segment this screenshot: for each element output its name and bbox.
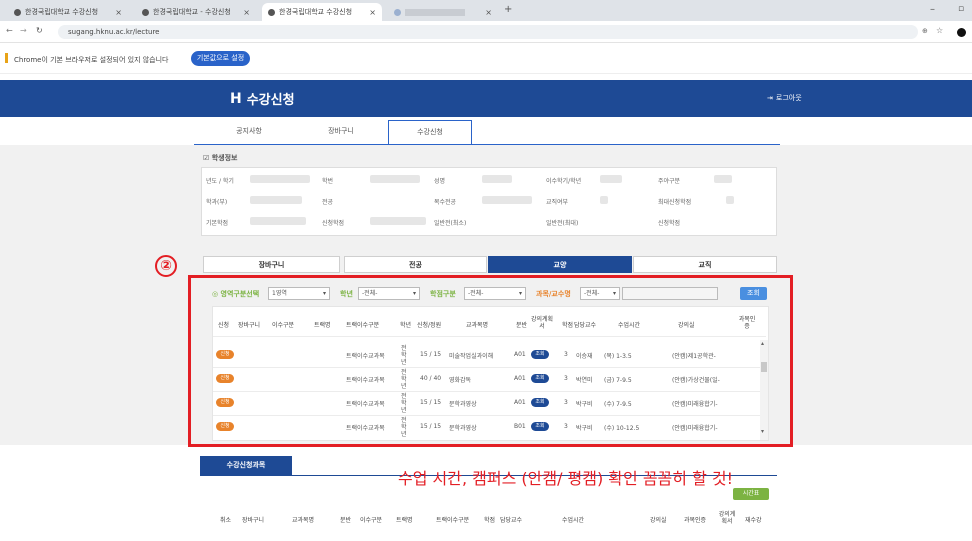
- browser-tab[interactable]: 한경국립대학교 수강신청 ×: [8, 3, 128, 21]
- info-value: [370, 217, 426, 225]
- column-header: 취소: [220, 517, 232, 524]
- browser-tab-active[interactable]: 한경국립대학교 수강신청 ×: [262, 3, 382, 21]
- infobar-text: Chrome이 기본 브라우저로 설정되어 있지 않습니다: [14, 56, 169, 64]
- column-header: 학점: [484, 517, 496, 524]
- timetable-button[interactable]: 시간표: [733, 488, 769, 500]
- site-header: H 수강신청 ⇥ 로그아웃: [0, 80, 972, 117]
- info-label: 복수전공: [434, 199, 457, 206]
- info-value: [482, 175, 512, 183]
- blurred-tab-label: [405, 8, 465, 16]
- logout-button[interactable]: ⇥ 로그아웃: [767, 93, 802, 103]
- info-value: [370, 175, 420, 183]
- info-value: [250, 175, 310, 183]
- info-label: 일반전(최소): [434, 220, 467, 227]
- column-header: 강의계획서: [718, 511, 736, 525]
- column-header: 트랙명: [396, 517, 413, 524]
- info-label: 신청학점: [658, 220, 681, 227]
- column-header: 강의실: [650, 517, 667, 524]
- maximize-icon[interactable]: ▫: [958, 4, 964, 14]
- site-logo[interactable]: H 수강신청: [230, 89, 295, 109]
- info-label: 신청학점: [322, 220, 345, 227]
- info-value: [726, 196, 734, 204]
- browser-tab[interactable]: ×: [388, 3, 498, 21]
- step-marker: ②: [155, 255, 177, 277]
- close-icon[interactable]: ×: [115, 8, 122, 17]
- column-header: 분반: [340, 517, 352, 524]
- translate-icon[interactable]: ⊕: [922, 27, 928, 35]
- info-value: [250, 196, 302, 204]
- tab-major[interactable]: 전공: [344, 256, 487, 273]
- close-icon[interactable]: ×: [485, 8, 492, 17]
- tab-liberal-arts[interactable]: 교양: [488, 256, 632, 273]
- favicon-icon: [268, 8, 275, 16]
- default-browser-infobar: Chrome이 기본 브라우저로 설정되어 있지 않습니다 기본값으로 설정: [0, 44, 972, 74]
- info-label: 학과(부): [206, 199, 228, 206]
- bookmark-star-icon[interactable]: ☆: [936, 26, 943, 35]
- info-label: 년도 / 학기: [206, 178, 234, 185]
- column-header: 담당교수: [500, 517, 523, 524]
- column-header: 수업시간: [562, 517, 585, 524]
- tab-teaching[interactable]: 교직: [633, 256, 777, 273]
- reload-icon[interactable]: ↻: [36, 26, 43, 35]
- favicon-icon: [394, 8, 401, 16]
- registered-courses-tab[interactable]: 수강신청과목: [200, 456, 292, 475]
- university-logo-icon: H: [230, 90, 242, 107]
- column-header: 교과목명: [292, 517, 315, 524]
- tab-cart-section[interactable]: 장바구니: [203, 256, 340, 273]
- info-label: 교직여부: [546, 199, 569, 206]
- highlight-box: [188, 275, 793, 447]
- info-label: 전공: [322, 199, 334, 206]
- info-label: 최대신청학점: [658, 199, 692, 206]
- annotation-note: 수업 시간, 캠퍼스 (안캠/ 평캠) 확인 꼼꼼히 할 것!: [398, 469, 734, 488]
- student-info-panel: 년도 / 학기 학번 성명 이수학기/학년 주야구분 학과(부) 전공 복수전공…: [201, 167, 777, 236]
- minimize-icon[interactable]: –: [930, 4, 935, 15]
- info-value: [714, 175, 732, 183]
- info-label: 기본학점: [206, 220, 229, 227]
- logout-icon: ⇥: [767, 94, 773, 102]
- tab-registration[interactable]: 수강신청: [388, 120, 472, 144]
- info-value: [482, 196, 532, 204]
- column-header: 트랙이수구분: [436, 517, 470, 524]
- info-value: [250, 217, 306, 225]
- address-bar: ← → ↻ sugang.hknu.ac.kr/lecture ⊕ ☆: [0, 21, 972, 43]
- info-label: 학번: [322, 178, 334, 185]
- forward-icon[interactable]: →: [20, 26, 27, 35]
- info-label: 성명: [434, 178, 446, 185]
- tab-notice[interactable]: 공지사항: [214, 120, 284, 144]
- warning-icon: [5, 53, 8, 63]
- tab-cart[interactable]: 장바구니: [306, 120, 376, 144]
- url-input[interactable]: sugang.hknu.ac.kr/lecture: [58, 25, 918, 39]
- student-info-title: ☑ 학생정보: [203, 154, 238, 162]
- close-icon[interactable]: ×: [243, 8, 250, 17]
- back-icon[interactable]: ←: [6, 26, 13, 35]
- browser-tab[interactable]: 한경국립대학교 - 수강신청 ×: [136, 3, 256, 21]
- info-label: 일반전(최대): [546, 220, 579, 227]
- profile-avatar[interactable]: [957, 28, 966, 37]
- new-tab-icon[interactable]: +: [504, 4, 512, 15]
- set-default-button[interactable]: 기본값으로 설정: [191, 51, 250, 66]
- close-icon[interactable]: ×: [369, 8, 376, 17]
- info-icon: ☑: [203, 154, 210, 162]
- info-value: [600, 196, 608, 204]
- browser-tab-bar: 한경국립대학교 수강신청 × 한경국립대학교 - 수강신청 × 한경국립대학교 …: [0, 0, 972, 21]
- favicon-icon: [14, 8, 21, 16]
- info-label: 주야구분: [658, 178, 681, 185]
- column-header: 과목인증: [684, 517, 707, 524]
- info-label: 이수학기/학년: [546, 178, 582, 185]
- info-value: [600, 175, 622, 183]
- column-header: 이수구분: [360, 517, 383, 524]
- column-header: 장바구니: [242, 517, 265, 524]
- favicon-icon: [142, 8, 149, 16]
- column-header: 재수강: [745, 517, 762, 524]
